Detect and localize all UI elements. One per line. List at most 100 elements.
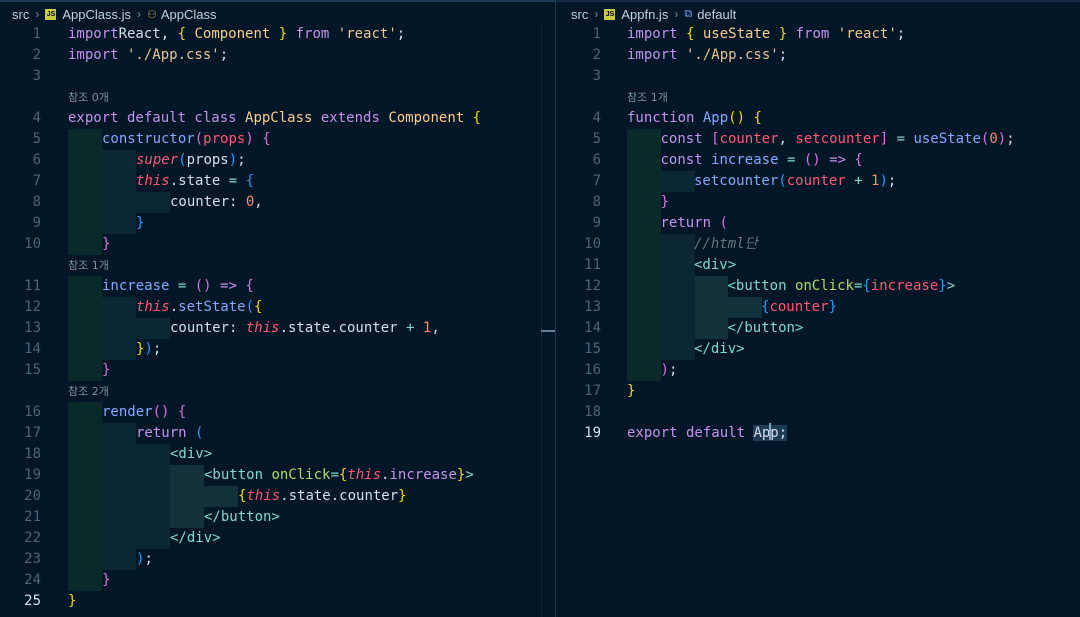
code-line[interactable]: 14 </button>	[556, 318, 1080, 339]
code-token: this	[347, 467, 382, 483]
code-line[interactable]: 8}	[556, 192, 1080, 213]
code-line[interactable]: 3	[556, 66, 1080, 87]
code-area[interactable]: 1 import { useState } from 'react'; 2 impor…	[556, 24, 1080, 444]
code-token: ;	[144, 551, 153, 567]
code-line[interactable]: 1 importReact, { Component } from 'react'…	[0, 24, 555, 45]
code-line[interactable]: 5 const [counter, setcounter] = useState(…	[556, 129, 1080, 150]
code-line[interactable]: 10 //html단	[556, 234, 1080, 255]
codelens-references[interactable]: 참조 1개	[556, 87, 1080, 108]
code-token: =>	[829, 152, 846, 168]
code-token: )	[144, 341, 153, 357]
line-number: 2	[592, 47, 601, 63]
code-line[interactable]: 17 return (	[0, 423, 555, 444]
code-token: import	[68, 47, 119, 63]
code-text: importReact, { Component } from 'react';	[68, 24, 405, 45]
code-token: (	[778, 173, 787, 189]
code-line[interactable]: 5 constructor(props) {	[0, 129, 555, 150]
code-token: ;	[237, 152, 246, 168]
breadcrumb-folder[interactable]: src	[571, 7, 588, 22]
scrollbar-position-marker[interactable]	[541, 330, 555, 332]
left-editor-pane[interactable]: src › JS AppClass.js › ⚇ AppClass 1 impor…	[0, 0, 555, 617]
code-line[interactable]: 15}	[0, 360, 555, 381]
breadcrumb-file[interactable]: Appfn.js	[621, 7, 668, 22]
code-line[interactable]: 19 <button onClick={this.increase}>	[0, 465, 555, 486]
code-line[interactable]: 20 {this.state.counter}	[0, 486, 555, 507]
code-line[interactable]: 23);	[0, 549, 555, 570]
code-line[interactable]: 2 import './App.css';	[0, 45, 555, 66]
code-token: './App.css'	[677, 47, 779, 63]
code-line[interactable]: 19 export default App;	[556, 423, 1080, 444]
breadcrumb-symbol[interactable]: default	[697, 7, 736, 22]
code-token: [	[711, 131, 720, 147]
minimap-scroll-track[interactable]	[541, 26, 542, 617]
code-line[interactable]: 7 this.state = {	[0, 171, 555, 192]
code-line[interactable]: 10}	[0, 234, 555, 255]
line-number: 9	[592, 215, 601, 231]
breadcrumb-file[interactable]: AppClass.js	[62, 7, 131, 22]
selected-token: App	[753, 423, 779, 441]
code-line[interactable]: 24}	[0, 570, 555, 591]
code-line[interactable]: 12 <button onClick={increase}>	[556, 276, 1080, 297]
code-line[interactable]: 12 this.setState({	[0, 297, 555, 318]
code-line[interactable]: 8 counter: 0,	[0, 192, 555, 213]
line-number: 5	[32, 131, 41, 147]
code-token: import	[627, 47, 678, 63]
code-line[interactable]: 4 export default class AppClass extends C…	[0, 108, 555, 129]
codelens-references[interactable]: 참조 0개	[0, 87, 555, 108]
code-line[interactable]: 22 </div>	[0, 528, 555, 549]
code-line[interactable]: 3	[0, 66, 555, 87]
code-line[interactable]: 1 import { useState } from 'react';	[556, 24, 1080, 45]
code-line[interactable]: 14});	[0, 339, 555, 360]
codelens-references[interactable]: 참조 2개	[0, 381, 555, 402]
right-editor-pane[interactable]: src › JS Appfn.js › ⧉ default 1 import { …	[556, 0, 1080, 617]
code-token: this	[136, 299, 170, 315]
code-text: this.setState({	[136, 297, 262, 318]
breadcrumb-symbol[interactable]: AppClass	[161, 7, 217, 22]
code-text: export default class AppClass extends Co…	[68, 108, 481, 129]
code-line[interactable]: 18 <div>	[0, 444, 555, 465]
code-token: =>	[220, 278, 237, 294]
code-token: App	[702, 110, 729, 126]
code-line[interactable]: 16 render() {	[0, 402, 555, 423]
code-line[interactable]: 13 counter: this.state.counter + 1,	[0, 318, 555, 339]
code-token: (	[195, 425, 204, 441]
codelens-references[interactable]: 참조 1개	[0, 255, 555, 276]
chevron-right-icon: ›	[136, 7, 141, 21]
code-line[interactable]: 2 import './App.css';	[556, 45, 1080, 66]
code-token: ;	[1006, 131, 1015, 147]
code-line[interactable]: 4 function App() {	[556, 108, 1080, 129]
code-area[interactable]: 1 importReact, { Component } from 'react'…	[0, 24, 555, 612]
code-token: Component	[388, 110, 473, 126]
code-line[interactable]: 13 {counter}	[556, 297, 1080, 318]
line-number: 22	[24, 530, 41, 546]
code-token: =	[896, 131, 905, 147]
code-token: }	[398, 488, 407, 504]
code-line[interactable]: 9}	[0, 213, 555, 234]
code-token: </button>	[727, 320, 804, 336]
code-token: }	[778, 26, 788, 42]
code-line[interactable]: 9 return (	[556, 213, 1080, 234]
code-line[interactable]: 16);	[556, 360, 1080, 381]
code-line[interactable]: 6 super(props);	[0, 150, 555, 171]
breadcrumb-folder[interactable]: src	[12, 7, 29, 22]
editor-top-border	[556, 0, 1080, 2]
code-token: +	[854, 173, 863, 189]
code-line[interactable]: 18	[556, 402, 1080, 423]
selected-token: ;	[778, 425, 788, 441]
code-line[interactable]: 21 </button>	[0, 507, 555, 528]
code-line[interactable]: 11 <div>	[556, 255, 1080, 276]
code-token: counter	[786, 173, 855, 189]
js-file-icon: JS	[604, 8, 616, 20]
code-line[interactable]: 11 increase = () => {	[0, 276, 555, 297]
code-line[interactable]: 7 setcounter(counter + 1);	[556, 171, 1080, 192]
code-line[interactable]: 6 const increase = () => {	[556, 150, 1080, 171]
code-line[interactable]: 25}	[0, 591, 555, 612]
code-line[interactable]: 15 </div>	[556, 339, 1080, 360]
code-line[interactable]: 17}	[556, 381, 1080, 402]
editor-top-border	[0, 0, 555, 2]
